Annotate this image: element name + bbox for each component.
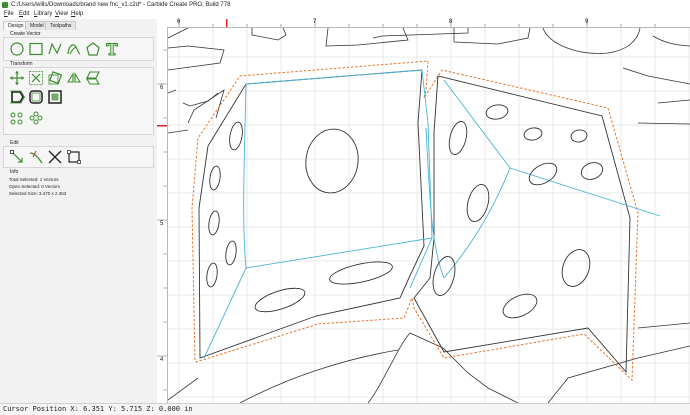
- trim-icon[interactable]: [28, 149, 44, 165]
- ruler-left-label-6: 6: [160, 85, 164, 91]
- status-bar: Cursor Position X: 6.351 Y: 5.715 Z: 0.0…: [0, 403, 690, 415]
- die-right-pips[interactable]: [429, 103, 605, 322]
- node-edit-icon[interactable]: [9, 149, 25, 165]
- canvas-drawing[interactable]: [168, 28, 690, 403]
- rectangle-icon[interactable]: [28, 41, 44, 57]
- scale-icon[interactable]: [28, 70, 44, 86]
- ruler-top-label-8: 8: [449, 19, 453, 25]
- menu-help[interactable]: Help: [71, 10, 83, 19]
- move-icon[interactable]: [9, 70, 25, 86]
- polygon-icon[interactable]: [85, 41, 101, 57]
- mirror-icon[interactable]: [66, 70, 82, 86]
- round-corner-icon[interactable]: [28, 89, 44, 105]
- menu-edit[interactable]: Edit: [19, 10, 29, 19]
- transform-group: [3, 67, 154, 135]
- title-bar: C:/Users/wills/Downloads/brand new fnc_v…: [0, 0, 690, 10]
- top-ruler-ticks: [178, 19, 656, 27]
- left-ruler-ticks: [157, 49, 167, 391]
- cut-icon[interactable]: [47, 149, 63, 165]
- polyline-icon[interactable]: [47, 41, 63, 57]
- ruler-top-label-7: 7: [313, 19, 317, 25]
- rotate-icon[interactable]: [47, 70, 63, 86]
- app-icon: [2, 2, 8, 8]
- create-vector-group: [3, 37, 154, 61]
- design-canvas[interactable]: [168, 28, 690, 403]
- ruler-top-label-6: 6: [177, 19, 181, 25]
- text-icon[interactable]: [104, 41, 120, 57]
- info-label: Info: [10, 169, 19, 175]
- edit-group: [3, 146, 154, 168]
- open-selected: Open Selected: 0 Vectors: [9, 184, 61, 189]
- selected-size: Selected Size: 3.470 x 2.353: [9, 191, 67, 196]
- menu-library[interactable]: Library: [34, 10, 52, 19]
- die-right-outline[interactable]: [413, 75, 631, 374]
- circle-icon[interactable]: [9, 41, 25, 57]
- design-panel: Design Model Toolpaths Create Vector Tra…: [0, 19, 158, 403]
- align-icon[interactable]: [9, 110, 25, 126]
- offset-icon[interactable]: [9, 89, 25, 105]
- total-selected: Total Selected: 1 Vectors: [9, 177, 59, 182]
- skew-icon[interactable]: [85, 70, 101, 86]
- ruler-left-label-4: 4: [160, 357, 164, 363]
- window-title: C:/Users/wills/Downloads/brand new fnc_v…: [11, 2, 231, 8]
- ruler-left-label-5: 5: [160, 221, 164, 227]
- die-left-pips[interactable]: [205, 121, 394, 316]
- top-ruler: 6 7 8 9: [157, 19, 690, 28]
- menu-file[interactable]: File: [4, 10, 14, 19]
- cursor-position: Cursor Position X: 6.351 Y: 5.715 Z: 0.0…: [3, 405, 193, 413]
- die-left-outline[interactable]: [198, 69, 425, 359]
- ruler-top-label-9: 9: [585, 19, 589, 25]
- boolean-icon[interactable]: [47, 89, 63, 105]
- distribute-icon[interactable]: [28, 110, 44, 126]
- left-ruler: 6 5 4: [157, 27, 168, 403]
- join-icon[interactable]: [66, 149, 82, 165]
- tab-toolpaths[interactable]: Toolpaths: [45, 21, 77, 30]
- curve-icon[interactable]: [66, 41, 82, 57]
- menu-view[interactable]: View: [55, 10, 68, 19]
